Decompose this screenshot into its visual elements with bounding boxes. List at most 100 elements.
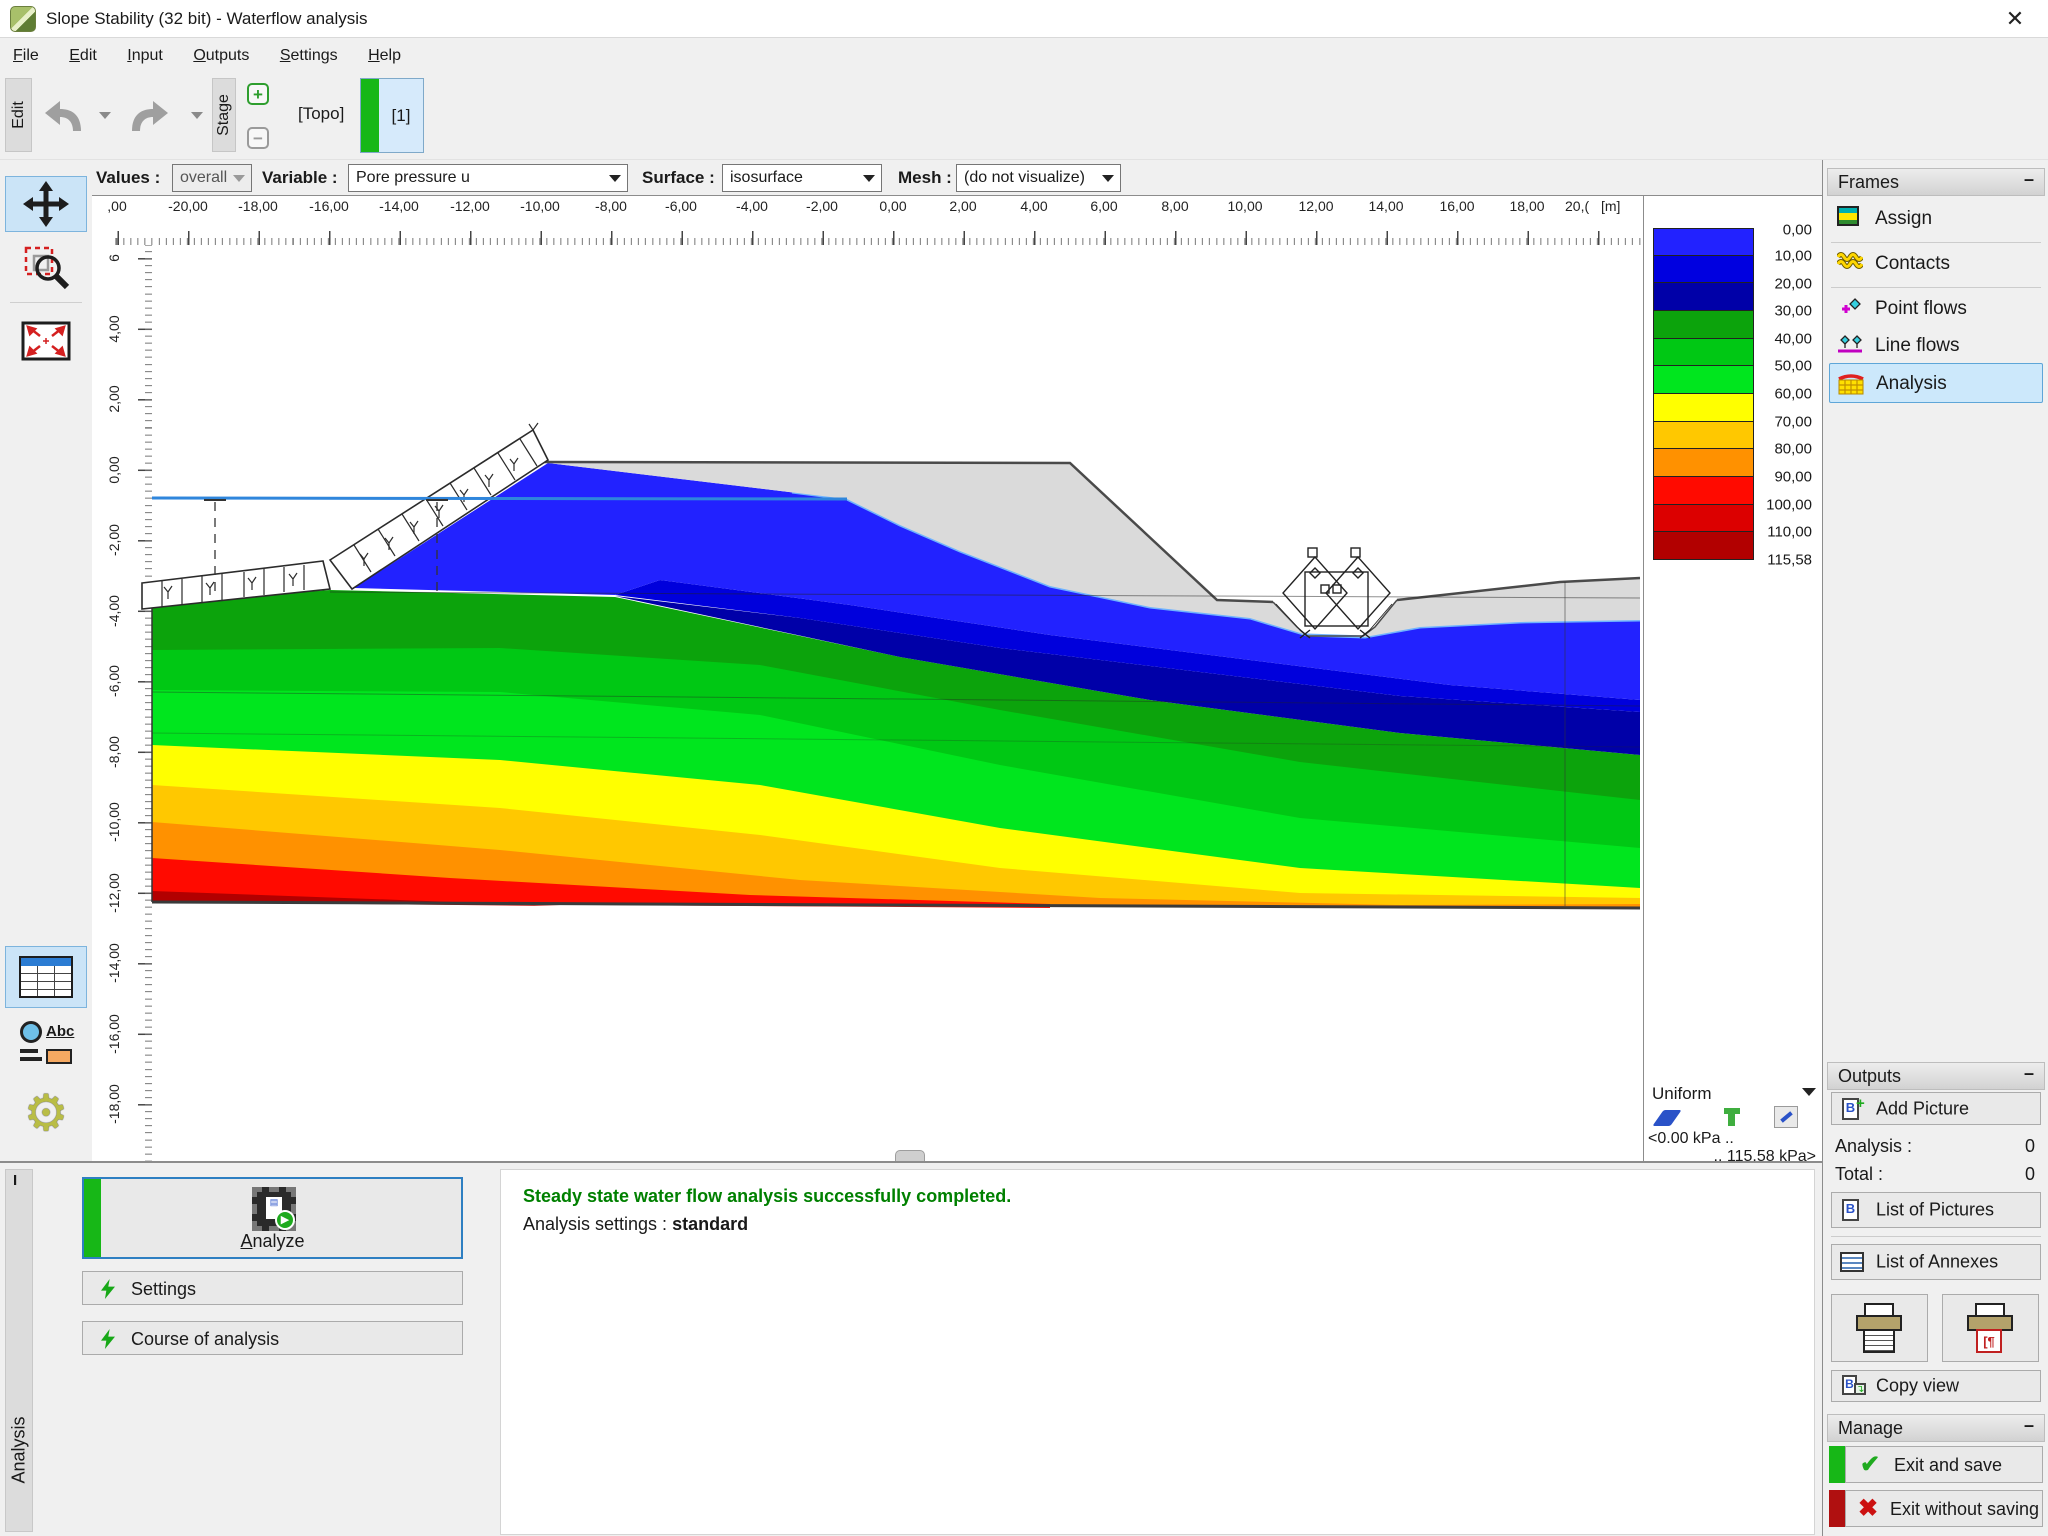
- undo-dropdown-icon[interactable]: [99, 112, 111, 119]
- course-of-analysis-label: Course of analysis: [131, 1329, 279, 1350]
- list-of-annexes-button[interactable]: List of Annexes: [1831, 1244, 2041, 1280]
- exit-without-saving-button[interactable]: ✖ Exit without saving: [1829, 1490, 2043, 1527]
- plus-icon: +: [1856, 1095, 1865, 1112]
- cpu-icon: ▤ ▶: [252, 1187, 296, 1231]
- legend-band: [1653, 477, 1754, 505]
- pore-pressure-contour-plot: [92, 196, 1643, 1161]
- legend-value: 115,58: [1767, 552, 1812, 569]
- course-of-analysis-button[interactable]: Course of analysis: [82, 1321, 463, 1355]
- save-color-bar: [1829, 1446, 1845, 1483]
- surface-value: isosurface: [730, 169, 803, 186]
- list-of-pictures-label: List of Pictures: [1876, 1200, 1994, 1221]
- frame-item-contacts[interactable]: Contacts: [1829, 250, 2043, 278]
- print-picture-button[interactable]: [¶: [1942, 1294, 2039, 1362]
- surface-select[interactable]: isosurface: [722, 164, 882, 192]
- line-flows-icon: [1837, 333, 1863, 361]
- copy-view-button[interactable]: B ↴ Copy view: [1831, 1370, 2041, 1402]
- legend-band: [1653, 283, 1754, 311]
- tab-topo[interactable]: [Topo]: [298, 104, 344, 124]
- frame-item-analysis[interactable]: Analysis: [1829, 363, 2043, 403]
- menu-settings[interactable]: Settings: [267, 38, 351, 78]
- frame-item-point-flows[interactable]: Point flows: [1829, 295, 2043, 323]
- exit-and-save-label: Exit and save: [1894, 1455, 2002, 1476]
- total-count-row: Total : 0: [1835, 1164, 2037, 1185]
- undo-icon[interactable]: [42, 98, 82, 134]
- status-message: Steady state water flow analysis success…: [523, 1186, 1011, 1207]
- values-select[interactable]: overall: [172, 164, 252, 192]
- variable-value: Pore pressure u: [356, 169, 470, 186]
- scale-min-label: <0.00 kPa ..: [1648, 1130, 1734, 1148]
- add-picture-button[interactable]: B + Add Picture: [1831, 1092, 2041, 1125]
- menu-input[interactable]: Input: [114, 38, 176, 78]
- manage-title: Manage: [1838, 1418, 1903, 1438]
- analysis-tab-strip[interactable]: I Analysis: [5, 1169, 33, 1532]
- discard-color-bar: [1829, 1490, 1845, 1527]
- analysis-settings-label: Analysis settings :: [523, 1214, 667, 1234]
- legend-band: [1653, 394, 1754, 422]
- list-of-pictures-button[interactable]: B List of Pictures: [1831, 1192, 2041, 1228]
- minimize-icon[interactable]: –: [2024, 169, 2034, 190]
- fit-to-view-button[interactable]: [5, 316, 87, 366]
- chevron-down-icon: [1802, 1088, 1816, 1096]
- list-of-annexes-icon: [1840, 1252, 1864, 1272]
- analysis-settings-value: standard: [672, 1214, 748, 1234]
- outputs-panel-header: Outputs –: [1827, 1062, 2045, 1090]
- analysis-count-label: Analysis :: [1835, 1136, 1912, 1156]
- distribution-select[interactable]: Uniform: [1652, 1084, 1816, 1104]
- analysis-icon: [1838, 372, 1864, 402]
- drawing-canvas[interactable]: ,00 -20,00 -18,00 -16,00 -14,00 -12,00 -…: [92, 196, 1643, 1161]
- minimize-icon[interactable]: –: [2024, 1415, 2034, 1436]
- legend-band: [1653, 311, 1754, 339]
- minimize-icon[interactable]: –: [2024, 1063, 2034, 1084]
- stage-tab-color: [361, 79, 379, 152]
- pan-tool-button[interactable]: [5, 176, 87, 232]
- redo-icon[interactable]: [131, 98, 171, 134]
- legend-value: 100,00: [1766, 497, 1812, 514]
- scale-settings-button[interactable]: [1774, 1106, 1798, 1128]
- legend-band: [1653, 532, 1754, 560]
- zoom-select-tool-button[interactable]: [5, 242, 87, 292]
- frame-item-label: Contacts: [1875, 253, 1950, 275]
- toolbar: Edit Stage + − [Topo]: [0, 78, 2048, 160]
- values-value: overall: [180, 169, 227, 186]
- drawing-settings-button[interactable]: Abc: [5, 1014, 87, 1076]
- separator: [1831, 287, 2041, 288]
- add-stage-button[interactable]: +: [247, 83, 269, 105]
- menu-file[interactable]: File: [0, 38, 52, 78]
- menu-help[interactable]: Help: [355, 38, 414, 78]
- variable-select[interactable]: Pore pressure u: [348, 164, 628, 192]
- scale-tee-stem: [1728, 1114, 1735, 1126]
- exit-and-save-button[interactable]: ✔ Exit and save: [1829, 1446, 2043, 1483]
- settings-gear-button[interactable]: ⚙: [5, 1082, 87, 1144]
- analyze-button[interactable]: ▤ ▶ Analyze: [82, 1177, 463, 1259]
- redo-dropdown-icon[interactable]: [191, 112, 203, 119]
- edit-scale-pen-icon[interactable]: [1652, 1110, 1681, 1126]
- legend-band: [1653, 339, 1754, 367]
- menu-edit[interactable]: Edit: [56, 38, 110, 78]
- stage-strip: Stage: [212, 78, 236, 152]
- remove-stage-button[interactable]: −: [247, 127, 269, 149]
- frames-panel-header: Frames –: [1827, 168, 2045, 196]
- frame-item-line-flows[interactable]: Line flows: [1829, 332, 2043, 360]
- assign-icon: [1837, 206, 1859, 226]
- analysis-tab-label: Analysis: [9, 1416, 30, 1483]
- list-of-pictures-icon: B: [1842, 1199, 1859, 1221]
- legend-value: 80,00: [1774, 441, 1812, 458]
- results-table-button[interactable]: [5, 946, 87, 1008]
- stage-strip-label: Stage: [215, 94, 233, 136]
- settings-label: Settings: [131, 1279, 196, 1300]
- settings-button[interactable]: Settings: [82, 1271, 463, 1305]
- frame-item-assign[interactable]: Assign: [1829, 205, 2043, 233]
- print-document-button[interactable]: [1831, 1294, 1928, 1362]
- menu-outputs[interactable]: Outputs: [180, 38, 262, 78]
- legend-band: [1653, 449, 1754, 477]
- mesh-label: Mesh :: [898, 168, 952, 188]
- fit-to-view-icon: [20, 320, 72, 362]
- mesh-select[interactable]: (do not visualize): [956, 164, 1121, 192]
- legend-value: 10,00: [1774, 248, 1812, 265]
- stage-tab-label: [1]: [379, 79, 423, 152]
- close-icon[interactable]: ✕: [1993, 4, 2037, 34]
- play-icon: ▶: [275, 1210, 295, 1230]
- legend-value: 20,00: [1774, 276, 1812, 293]
- tab-stage-1[interactable]: [1]: [360, 78, 424, 153]
